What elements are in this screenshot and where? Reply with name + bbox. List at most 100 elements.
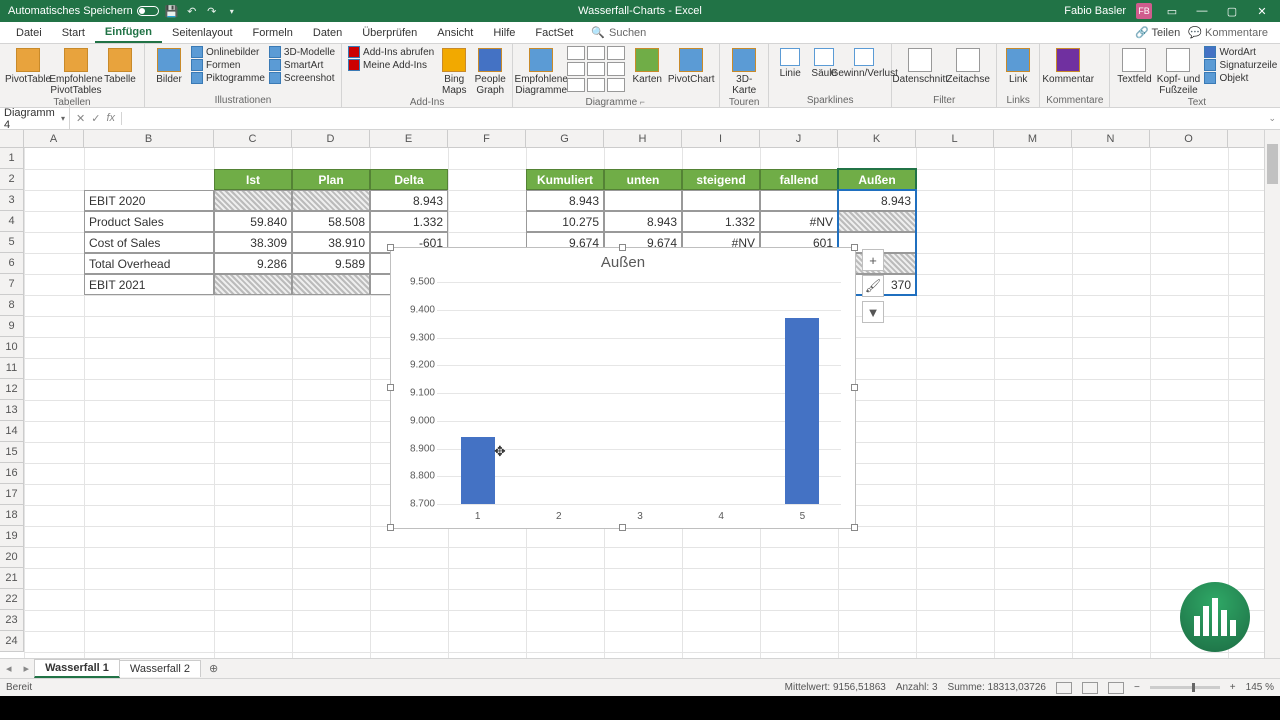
tab-seitenlayout[interactable]: Seitenlayout xyxy=(162,24,243,42)
row-header-5[interactable]: 5 xyxy=(0,232,24,253)
maximize-icon[interactable]: ▢ xyxy=(1222,1,1242,21)
row-header-13[interactable]: 13 xyxy=(0,400,24,421)
header-E2[interactable]: Delta xyxy=(370,169,448,190)
cell-D6[interactable]: 9.589 xyxy=(292,253,370,274)
sheet-nav-prev-icon[interactable]: ◂ xyxy=(0,662,18,675)
col-header-I[interactable]: I xyxy=(682,130,760,147)
cell-K3[interactable]: 8.943 xyxy=(838,190,916,211)
cell-H4[interactable]: 8.943 xyxy=(604,211,682,232)
view-pagebreak-button[interactable] xyxy=(1108,682,1124,694)
recommended-pivot-button[interactable]: Empfohlene PivotTables xyxy=(54,46,98,96)
chart-resize-handle[interactable] xyxy=(851,384,858,391)
user-name[interactable]: Fabio Basler xyxy=(1064,5,1126,17)
row-header-24[interactable]: 24 xyxy=(0,631,24,652)
cell-B5[interactable]: Cost of Sales xyxy=(84,232,214,253)
cell-B4[interactable]: Product Sales xyxy=(84,211,214,232)
undo-icon[interactable]: ↶ xyxy=(185,4,199,18)
online-pictures-button[interactable]: Onlinebilder xyxy=(191,46,265,58)
zoom-slider[interactable] xyxy=(1150,686,1220,689)
cell-H3[interactable] xyxy=(604,190,682,211)
wordart-button[interactable]: WordArt xyxy=(1204,46,1277,58)
row-header-8[interactable]: 8 xyxy=(0,295,24,316)
fx-icon[interactable]: fx xyxy=(106,112,115,125)
smartart-button[interactable]: SmartArt xyxy=(269,59,335,71)
zoom-in-button[interactable]: + xyxy=(1230,682,1236,693)
timeline-button[interactable]: Zeitachse xyxy=(946,46,990,85)
new-sheet-button[interactable]: ⊕ xyxy=(201,662,226,675)
chart-resize-handle[interactable] xyxy=(619,244,626,251)
header-C2[interactable]: Ist xyxy=(214,169,292,190)
maps-button[interactable]: Karten xyxy=(629,46,665,85)
chart-resize-handle[interactable] xyxy=(851,524,858,531)
col-header-C[interactable]: C xyxy=(214,130,292,147)
3d-models-button[interactable]: 3D-Modelle xyxy=(269,46,335,58)
cell-C4[interactable]: 59.840 xyxy=(214,211,292,232)
name-box[interactable]: Diagramm 4▾ xyxy=(0,105,70,133)
row-header-3[interactable]: 3 xyxy=(0,190,24,211)
sheet-tab-2[interactable]: Wasserfall 2 xyxy=(119,660,201,677)
cell-E4[interactable]: 1.332 xyxy=(370,211,448,232)
col-header-F[interactable]: F xyxy=(448,130,526,147)
shapes-button[interactable]: Formen xyxy=(191,59,265,71)
header-D2[interactable]: Plan xyxy=(292,169,370,190)
view-normal-button[interactable] xyxy=(1056,682,1072,694)
bing-maps-button[interactable]: Bing Maps xyxy=(438,46,470,96)
pivotchart-button[interactable]: PivotChart xyxy=(669,46,713,85)
expand-formula-icon[interactable]: ⌄ xyxy=(1264,113,1280,124)
people-graph-button[interactable]: People Graph xyxy=(474,46,506,96)
formula-input[interactable] xyxy=(122,117,1264,121)
col-header-J[interactable]: J xyxy=(760,130,838,147)
cell-C5[interactable]: 38.309 xyxy=(214,232,292,253)
worksheet-grid[interactable]: ABCDEFGHIJKLMNO1234567891011121314151617… xyxy=(0,130,1280,658)
cell-K4[interactable] xyxy=(838,211,916,232)
cell-J4[interactable]: #NV xyxy=(760,211,838,232)
cell-E3[interactable]: 8.943 xyxy=(370,190,448,211)
table-button[interactable]: Tabelle xyxy=(102,46,138,85)
chart-resize-handle[interactable] xyxy=(387,384,394,391)
user-avatar[interactable]: FB xyxy=(1136,3,1152,19)
col-header-L[interactable]: L xyxy=(916,130,994,147)
ribbon-options-icon[interactable]: ▭ xyxy=(1162,1,1182,21)
my-addins-button[interactable]: Meine Add-Ins xyxy=(348,59,434,71)
qat-customize-icon[interactable]: ▾ xyxy=(225,4,239,18)
row-header-14[interactable]: 14 xyxy=(0,421,24,442)
signature-button[interactable]: Signaturzeile xyxy=(1204,59,1277,71)
row-header-18[interactable]: 18 xyxy=(0,505,24,526)
redo-icon[interactable]: ↷ xyxy=(205,4,219,18)
chart-resize-handle[interactable] xyxy=(851,244,858,251)
row-header-6[interactable]: 6 xyxy=(0,253,24,274)
cell-C7[interactable] xyxy=(214,274,292,295)
col-header-M[interactable]: M xyxy=(994,130,1072,147)
close-icon[interactable]: ✕ xyxy=(1252,1,1272,21)
row-header-12[interactable]: 12 xyxy=(0,379,24,400)
tab-factset[interactable]: FactSet xyxy=(525,24,583,42)
save-icon[interactable]: 💾 xyxy=(165,4,179,18)
col-header-D[interactable]: D xyxy=(292,130,370,147)
row-header-11[interactable]: 11 xyxy=(0,358,24,379)
cell-C6[interactable]: 9.286 xyxy=(214,253,292,274)
object-button[interactable]: Objekt xyxy=(1204,72,1277,84)
view-layout-button[interactable] xyxy=(1082,682,1098,694)
row-header-1[interactable]: 1 xyxy=(0,148,24,169)
row-header-23[interactable]: 23 xyxy=(0,610,24,631)
tab-start[interactable]: Start xyxy=(52,24,95,42)
header-J2[interactable]: fallend xyxy=(760,169,838,190)
cell-B6[interactable]: Total Overhead xyxy=(84,253,214,274)
row-header-20[interactable]: 20 xyxy=(0,547,24,568)
row-header-7[interactable]: 7 xyxy=(0,274,24,295)
chart-filter-button[interactable]: ▼ xyxy=(862,301,884,323)
tab-daten[interactable]: Daten xyxy=(303,24,352,42)
chart-resize-handle[interactable] xyxy=(387,244,394,251)
col-header-O[interactable]: O xyxy=(1150,130,1228,147)
vertical-scrollbar[interactable] xyxy=(1264,130,1280,658)
chart-title[interactable]: Außen xyxy=(391,248,855,273)
cell-J3[interactable] xyxy=(760,190,838,211)
chart-type-gallery[interactable] xyxy=(567,46,625,92)
recommended-charts-button[interactable]: Empfohlene Diagramme xyxy=(519,46,563,96)
cancel-formula-icon[interactable]: ✕ xyxy=(76,112,85,125)
link-button[interactable]: Link xyxy=(1003,46,1033,85)
tab-formeln[interactable]: Formeln xyxy=(243,24,303,42)
row-header-4[interactable]: 4 xyxy=(0,211,24,232)
pivottable-button[interactable]: PivotTable xyxy=(6,46,50,85)
chart-resize-handle[interactable] xyxy=(619,524,626,531)
